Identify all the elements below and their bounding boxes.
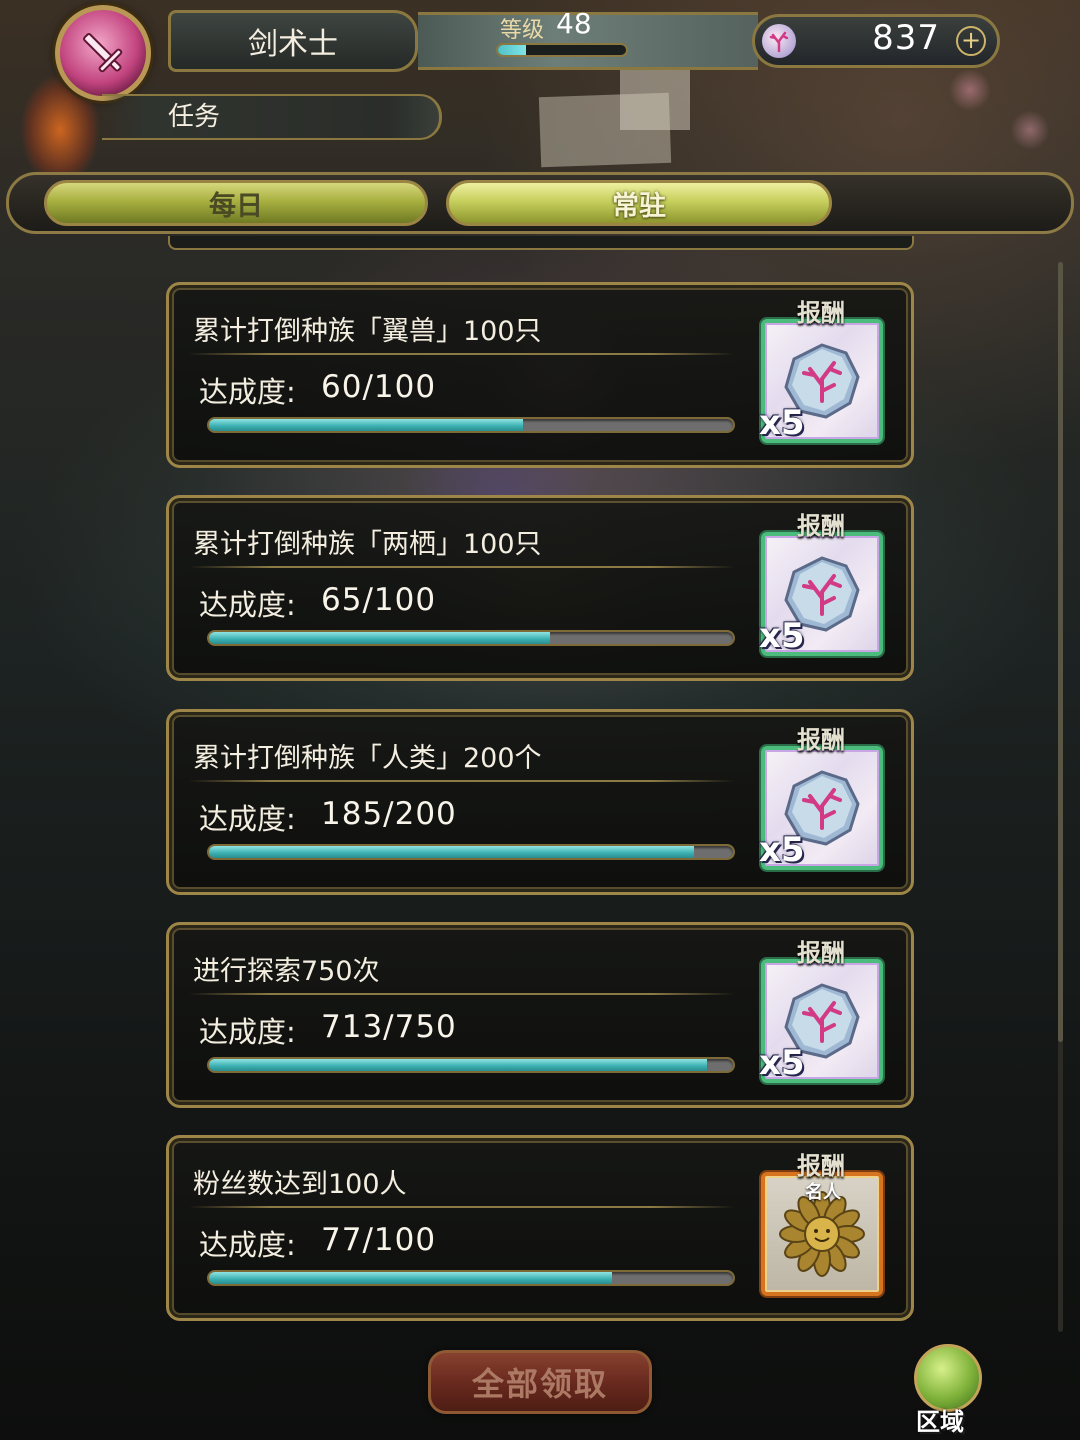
progress-bar-fill bbox=[209, 1272, 613, 1284]
quest-title: 累计打倒种族「翼兽」100只 bbox=[193, 316, 542, 347]
quest-title: 粉丝数达到100人 bbox=[193, 1169, 407, 1200]
progress-label: 达成度: bbox=[199, 588, 296, 622]
tab-permanent[interactable]: 常驻 bbox=[446, 180, 832, 226]
list-top-edge bbox=[168, 236, 914, 250]
currency-count: 837 bbox=[872, 18, 940, 58]
claim-all-button[interactable]: 全部领取 bbox=[428, 1350, 652, 1414]
divider bbox=[189, 993, 734, 995]
sword-icon bbox=[83, 33, 123, 73]
progress-bar bbox=[207, 417, 735, 433]
reward-label: 报酬 bbox=[797, 512, 845, 540]
quest-card[interactable]: 累计打倒种族「翼兽」100只 达成度: 60/100 报酬 x5 bbox=[166, 282, 914, 468]
tab-daily[interactable]: 每日 bbox=[44, 180, 428, 226]
quest-card[interactable]: 累计打倒种族「两栖」100只 达成度: 65/100 报酬 x5 bbox=[166, 495, 914, 681]
divider bbox=[189, 1206, 734, 1208]
class-name: 剑术士 bbox=[168, 10, 418, 72]
reward-label: 报酬 bbox=[797, 939, 845, 967]
page-title: 任务 bbox=[102, 94, 442, 140]
level-value: 48 bbox=[556, 7, 592, 40]
region-label: 区域 bbox=[916, 1408, 964, 1436]
quest-title: 累计打倒种族「人类」200个 bbox=[193, 743, 542, 774]
divider bbox=[189, 780, 734, 782]
progress-value: 60/100 bbox=[321, 369, 437, 405]
progress-bar bbox=[207, 844, 735, 860]
quest-card[interactable]: 进行探索750次 达成度: 713/750 报酬 x5 bbox=[166, 922, 914, 1108]
progress-bar-fill bbox=[209, 419, 524, 431]
divider bbox=[189, 353, 734, 355]
progress-bar-fill bbox=[209, 1059, 708, 1071]
add-currency-button[interactable]: + bbox=[956, 26, 986, 56]
reward-label: 报酬 bbox=[797, 1152, 845, 1180]
progress-bar-fill bbox=[209, 846, 694, 858]
progress-value: 185/200 bbox=[321, 796, 457, 832]
reward-quantity: x5 bbox=[759, 403, 805, 443]
reward-label: 报酬 bbox=[797, 299, 845, 327]
experience-bar-fill bbox=[498, 45, 527, 55]
quest-title: 累计打倒种族「两栖」100只 bbox=[193, 529, 542, 560]
scrollbar-thumb[interactable] bbox=[1058, 262, 1063, 1042]
top-header: 剑术士 等级 48 837 + 任务 bbox=[0, 0, 1080, 140]
reward-quantity: x5 bbox=[759, 1043, 805, 1083]
progress-bar bbox=[207, 1057, 735, 1073]
quest-title: 进行探索750次 bbox=[193, 956, 380, 987]
quest-card[interactable]: 累计打倒种族「人类」200个 达成度: 185/200 报酬 x5 bbox=[166, 709, 914, 895]
quest-card[interactable]: 粉丝数达到100人 达成度: 77/100 报酬 名人 bbox=[166, 1135, 914, 1321]
progress-label: 达成度: bbox=[199, 375, 296, 409]
level-label: 等级 bbox=[500, 18, 545, 43]
progress-label: 达成度: bbox=[199, 1015, 296, 1049]
class-emblem[interactable] bbox=[55, 5, 151, 101]
reward-quantity: x5 bbox=[759, 616, 805, 656]
progress-bar bbox=[207, 1270, 735, 1286]
progress-label: 达成度: bbox=[199, 1228, 296, 1262]
progress-value: 77/100 bbox=[321, 1222, 437, 1258]
reward-label: 报酬 bbox=[797, 726, 845, 754]
progress-bar bbox=[207, 630, 735, 646]
progress-value: 713/750 bbox=[321, 1009, 457, 1045]
reward-quantity: x5 bbox=[759, 830, 805, 870]
experience-bar bbox=[496, 43, 628, 57]
coral-crystal-icon bbox=[762, 24, 796, 58]
reward-title-label: 名人 bbox=[805, 1182, 841, 1203]
progress-label: 达成度: bbox=[199, 802, 296, 836]
progress-value: 65/100 bbox=[321, 582, 437, 618]
region-button[interactable]: 区域 bbox=[906, 1344, 990, 1436]
divider bbox=[189, 566, 734, 568]
progress-bar-fill bbox=[209, 632, 550, 644]
